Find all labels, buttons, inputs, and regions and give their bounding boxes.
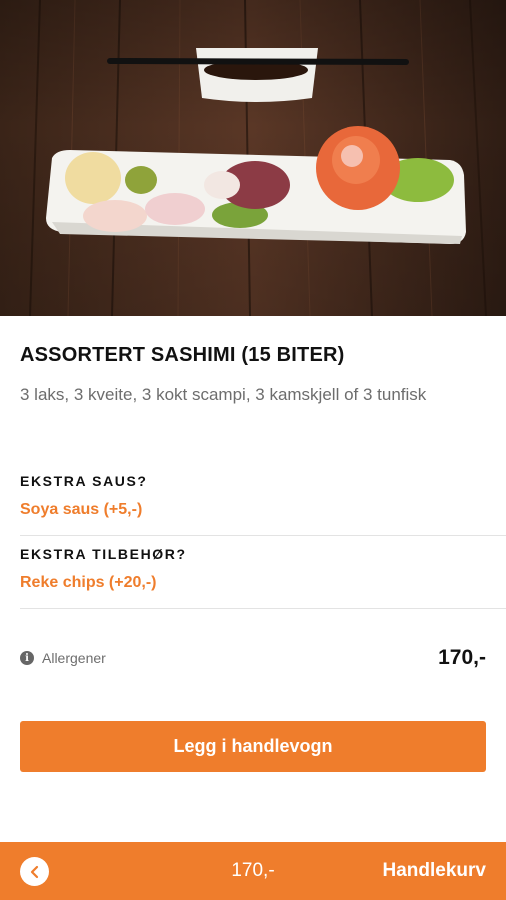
bottom-bar: 170,- Handlekurv [0,842,506,900]
divider [20,535,506,536]
extra-sauce-heading: EKSTRA SAUS? [20,473,148,489]
product-price: 170,- [438,646,486,669]
allergen-link[interactable]: i Allergener [20,650,106,666]
product-title: ASSORTERT SASHIMI (15 BITER) [20,344,345,366]
info-icon: i [20,651,34,665]
extra-sauce-option[interactable]: EKSTRA SAUS? Soya saus (+5,-) [20,473,506,519]
allergen-label: Allergener [42,650,106,666]
divider [20,608,506,609]
product-description: 3 laks, 3 kveite, 3 kokt scampi, 3 kamsk… [20,385,427,404]
add-to-cart-button[interactable]: Legg i handlevogn [20,721,486,772]
extra-sauce-value[interactable]: Soya saus (+5,-) [20,501,506,519]
extra-side-value[interactable]: Reke chips (+20,-) [20,574,506,592]
extra-side-option[interactable]: EKSTRA TILBEHØR? Reke chips (+20,-) [20,546,506,592]
extra-side-heading: EKSTRA TILBEHØR? [20,546,187,562]
product-image [0,0,506,316]
cart-button[interactable]: Handlekurv [383,860,486,882]
